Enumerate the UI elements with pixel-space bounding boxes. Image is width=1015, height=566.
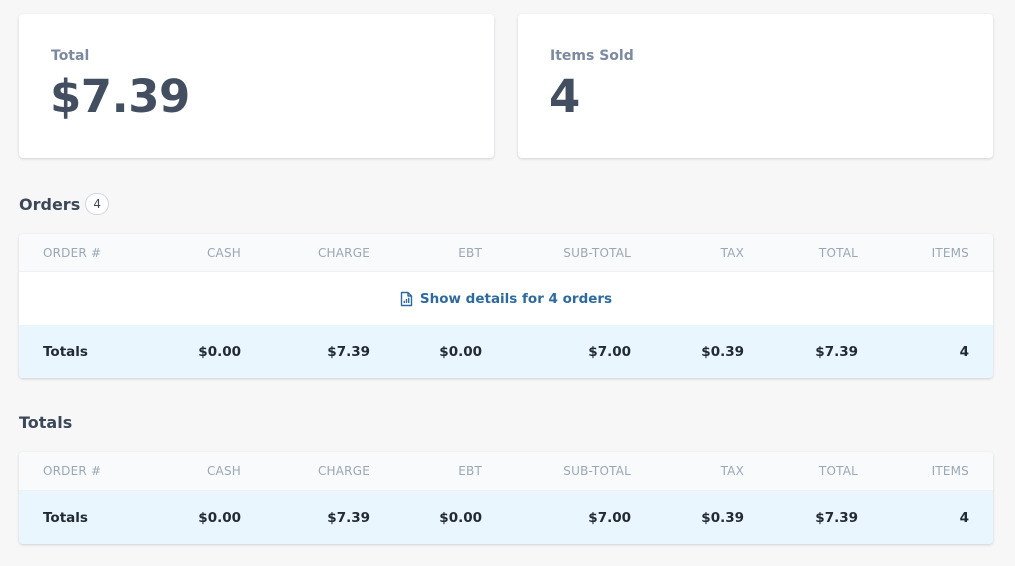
column-header-charge[interactable]: CHARGE xyxy=(318,234,370,271)
column-header-cash[interactable]: CASH xyxy=(207,234,241,271)
column-header-sub-total[interactable]: SUB-TOTAL xyxy=(563,452,631,490)
totals-table-header: ORDER # CASH CHARGE EBT SUB-TOTAL TAX TO… xyxy=(19,452,993,491)
totals-sub-total: $7.00 xyxy=(588,509,631,526)
column-header-ebt[interactable]: EBT xyxy=(458,234,482,271)
orders-title: Orders xyxy=(19,194,81,214)
totals-items: 4 xyxy=(959,509,969,526)
orders-count-badge: 4 xyxy=(85,193,110,215)
report-document-icon xyxy=(400,291,413,307)
items-sold-value: 4 xyxy=(549,70,580,123)
orders-table: ORDER # CASH CHARGE EBT SUB-TOTAL TAX TO… xyxy=(19,234,993,378)
orders-details-row: Show details for 4 orders xyxy=(19,272,993,325)
totals-tax: $0.39 xyxy=(701,343,744,360)
column-header-tax[interactable]: TAX xyxy=(721,234,744,271)
show-details-label: Show details for 4 orders xyxy=(419,290,613,307)
totals-charge: $7.39 xyxy=(327,509,370,526)
totals-ebt: $0.00 xyxy=(439,343,482,360)
totals-items: 4 xyxy=(959,343,969,360)
orders-table-header: ORDER # CASH CHARGE EBT SUB-TOTAL TAX TO… xyxy=(19,234,993,272)
items-sold-stat-card: Items Sold 4 xyxy=(518,14,993,158)
totals-cash: $0.00 xyxy=(198,343,241,360)
totals-cash: $0.00 xyxy=(198,509,241,526)
totals-ebt: $0.00 xyxy=(439,509,482,526)
column-header-order-number[interactable]: ORDER # xyxy=(43,452,101,490)
total-label: Total xyxy=(51,48,90,64)
column-header-cash[interactable]: CASH xyxy=(207,452,241,490)
totals-label: Totals xyxy=(43,509,88,526)
column-header-charge[interactable]: CHARGE xyxy=(318,452,370,490)
totals-total: $7.39 xyxy=(815,343,858,360)
totals-label: Totals xyxy=(43,343,88,360)
orders-section-title: Orders 4 xyxy=(19,193,110,215)
column-header-items[interactable]: ITEMS xyxy=(932,452,969,490)
column-header-items[interactable]: ITEMS xyxy=(932,234,969,271)
column-header-order-number[interactable]: ORDER # xyxy=(43,234,101,271)
totals-section-title: Totals xyxy=(19,413,72,432)
total-value: $7.39 xyxy=(50,70,190,123)
totals-tax: $0.39 xyxy=(701,509,744,526)
items-sold-label: Items Sold xyxy=(550,48,634,64)
totals-title: Totals xyxy=(19,413,73,432)
column-header-ebt[interactable]: EBT xyxy=(458,452,482,490)
total-stat-card: Total $7.39 xyxy=(19,14,494,158)
grand-totals-row: Totals $0.00 $7.39 $0.00 $7.00 $0.39 $7.… xyxy=(19,491,993,544)
show-details-link[interactable]: Show details for 4 orders xyxy=(400,291,612,307)
totals-sub-total: $7.00 xyxy=(588,343,631,360)
column-header-sub-total[interactable]: SUB-TOTAL xyxy=(563,234,631,271)
totals-charge: $7.39 xyxy=(327,343,370,360)
totals-table: ORDER # CASH CHARGE EBT SUB-TOTAL TAX TO… xyxy=(19,452,993,544)
column-header-tax[interactable]: TAX xyxy=(721,452,744,490)
orders-totals-row: Totals $0.00 $7.39 $0.00 $7.00 $0.39 $7.… xyxy=(19,325,993,378)
column-header-total[interactable]: TOTAL xyxy=(819,452,858,490)
totals-total: $7.39 xyxy=(815,509,858,526)
column-header-total[interactable]: TOTAL xyxy=(819,234,858,271)
